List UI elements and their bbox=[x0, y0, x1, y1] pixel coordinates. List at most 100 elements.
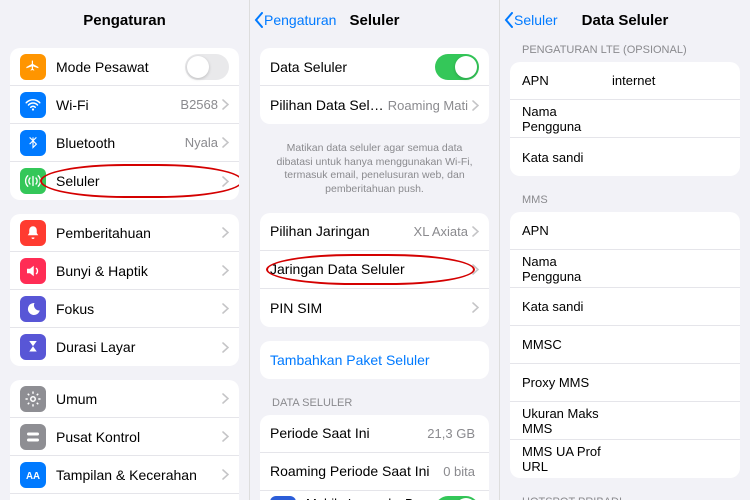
field-label: MMS UA Prof URL bbox=[522, 444, 612, 474]
chevron-right-icon bbox=[222, 342, 229, 353]
row-label: Roaming Periode Saat Ini bbox=[270, 463, 443, 479]
row-label: Jaringan Data Seluler bbox=[270, 261, 472, 277]
bell-icon bbox=[20, 220, 46, 246]
field-label: APN bbox=[522, 73, 612, 88]
apn-field-row[interactable]: MMS UA Prof URL bbox=[510, 440, 740, 478]
gear-icon bbox=[20, 386, 46, 412]
group-general: Umum Pusat Kontrol AATampilan & KecerahanL… bbox=[10, 380, 239, 500]
settings-row[interactable]: Mode Pesawat bbox=[10, 48, 239, 86]
settings-body[interactable]: Mode Pesawat Wi-FiB2568BluetoothNyala Selu… bbox=[0, 40, 249, 500]
group-network: Pilihan JaringanXL Axiata Jaringan Data S… bbox=[260, 213, 489, 327]
apn-field-row[interactable]: Kata sandi bbox=[510, 138, 740, 176]
row-label: Fokus bbox=[56, 301, 222, 317]
apn-field-row[interactable]: MMSC bbox=[510, 326, 740, 364]
apn-field-row[interactable]: Ukuran Maks MMS bbox=[510, 402, 740, 440]
back-label: Seluler bbox=[514, 12, 558, 28]
switches-icon bbox=[20, 424, 46, 450]
page-title: Pengaturan bbox=[83, 12, 166, 29]
menu-row[interactable]: Pilihan JaringanXL Axiata bbox=[260, 213, 489, 251]
row-value: Roaming Mati bbox=[388, 98, 468, 113]
row-label: Mode Pesawat bbox=[56, 59, 185, 75]
app-row[interactable]: 🎮Mobile Legends: Bang Ba...8,0 GB bbox=[260, 491, 489, 500]
menu-row[interactable]: PIN SIM bbox=[260, 289, 489, 327]
section-header: PENGATURAN LTE (OPSIONAL) bbox=[500, 40, 750, 60]
row-value: 21,3 GB bbox=[427, 426, 475, 441]
apn-field-row[interactable]: Proxy MMS bbox=[510, 364, 740, 402]
menu-row[interactable]: Pilihan Data SelulerRoaming Mati bbox=[260, 86, 489, 124]
settings-row[interactable]: Bunyi & Haptik bbox=[10, 252, 239, 290]
settings-screen: Pengaturan Mode Pesawat Wi-FiB2568Bluetoo… bbox=[0, 0, 250, 500]
apn-field-row[interactable]: Nama Pengguna bbox=[510, 100, 740, 138]
apn-field-row[interactable]: Kata sandi bbox=[510, 288, 740, 326]
group-add-plan: Tambahkan Paket Seluler bbox=[260, 341, 489, 379]
row-label: Umum bbox=[56, 391, 222, 407]
hourglass-icon bbox=[20, 334, 46, 360]
chevron-right-icon bbox=[222, 431, 229, 442]
app-label: Mobile Legends: Bang Ba... bbox=[306, 496, 435, 500]
field-group: APNinternet Nama Pengguna Kata sandi bbox=[510, 62, 740, 176]
footer-note: Matikan data seluler agar semua data dib… bbox=[250, 138, 499, 205]
section-header: DATA SELULER bbox=[250, 393, 499, 413]
menu-row[interactable]: Data Seluler bbox=[260, 48, 489, 86]
chevron-right-icon bbox=[222, 176, 229, 187]
menu-row[interactable]: Jaringan Data Seluler bbox=[260, 251, 489, 289]
chevron-right-icon bbox=[222, 265, 229, 276]
chevron-left-icon bbox=[504, 12, 514, 28]
cellular-body[interactable]: Data SelulerPilihan Data SelulerRoaming … bbox=[250, 40, 499, 500]
apn-field-row[interactable]: Nama Pengguna bbox=[510, 250, 740, 288]
row-label: PIN SIM bbox=[270, 300, 472, 316]
row-label: Seluler bbox=[56, 173, 222, 189]
apn-field-row[interactable]: APNinternet bbox=[510, 62, 740, 100]
toggle[interactable] bbox=[435, 496, 479, 500]
row-label: Pilihan Data Seluler bbox=[270, 97, 388, 113]
add-plan-label: Tambahkan Paket Seluler bbox=[270, 352, 479, 368]
wifi-icon bbox=[20, 92, 46, 118]
aa-icon: AA bbox=[20, 462, 46, 488]
settings-row[interactable]: Seluler bbox=[10, 162, 239, 200]
chevron-right-icon bbox=[472, 100, 479, 111]
add-plan-row[interactable]: Tambahkan Paket Seluler bbox=[260, 341, 489, 379]
settings-row[interactable]: AATampilan & Kecerahan bbox=[10, 456, 239, 494]
row-label: Pusat Kontrol bbox=[56, 429, 222, 445]
apn-field-row[interactable]: APN bbox=[510, 212, 740, 250]
back-button[interactable]: Seluler bbox=[504, 12, 558, 28]
field-label: Ukuran Maks MMS bbox=[522, 406, 612, 436]
chevron-left-icon bbox=[254, 12, 264, 28]
settings-row[interactable]: Umum bbox=[10, 380, 239, 418]
chevron-right-icon bbox=[222, 393, 229, 404]
field-value[interactable]: internet bbox=[612, 73, 728, 88]
svg-text:AA: AA bbox=[26, 470, 40, 481]
field-group: APN Nama Pengguna Kata sandi MMSCProxy MMS U… bbox=[510, 212, 740, 478]
apn-body[interactable]: PENGATURAN LTE (OPSIONAL)APNinternetNama… bbox=[500, 40, 750, 500]
toggle[interactable] bbox=[435, 54, 479, 80]
bluetooth-icon bbox=[20, 130, 46, 156]
chevron-right-icon bbox=[222, 227, 229, 238]
row-value: B2568 bbox=[180, 97, 218, 112]
settings-row[interactable]: Durasi Layar bbox=[10, 328, 239, 366]
group-notifications: Pemberitahuan Bunyi & Haptik Fokus Durasi L… bbox=[10, 214, 239, 366]
usage-row[interactable]: Roaming Periode Saat Ini0 bita bbox=[260, 453, 489, 491]
settings-row[interactable]: BluetoothNyala bbox=[10, 124, 239, 162]
apn-screen: Seluler Data Seluler PENGATURAN LTE (OPS… bbox=[500, 0, 750, 500]
settings-row[interactable]: Pemberitahuan bbox=[10, 214, 239, 252]
field-label: Nama Pengguna bbox=[522, 104, 612, 134]
settings-row[interactable]: Wi-FiB2568 bbox=[10, 86, 239, 124]
page-title: Data Seluler bbox=[582, 12, 669, 29]
settings-row[interactable]: Layar Utama bbox=[10, 494, 239, 500]
field-label: APN bbox=[522, 223, 612, 238]
field-label: Kata sandi bbox=[522, 150, 612, 165]
group-usage: Periode Saat Ini21,3 GBRoaming Periode S… bbox=[260, 415, 489, 500]
row-label: Bunyi & Haptik bbox=[56, 263, 222, 279]
toggle[interactable] bbox=[185, 54, 229, 80]
chevron-right-icon bbox=[222, 99, 229, 110]
usage-row[interactable]: Periode Saat Ini21,3 GB bbox=[260, 415, 489, 453]
field-label: Kata sandi bbox=[522, 299, 612, 314]
row-value: Nyala bbox=[185, 135, 218, 150]
chevron-right-icon bbox=[222, 469, 229, 480]
settings-row[interactable]: Pusat Kontrol bbox=[10, 418, 239, 456]
back-button[interactable]: Pengaturan bbox=[254, 12, 336, 28]
row-label: Data Seluler bbox=[270, 59, 435, 75]
settings-row[interactable]: Fokus bbox=[10, 290, 239, 328]
row-label: Periode Saat Ini bbox=[270, 425, 427, 441]
header: Seluler Data Seluler bbox=[500, 0, 750, 40]
